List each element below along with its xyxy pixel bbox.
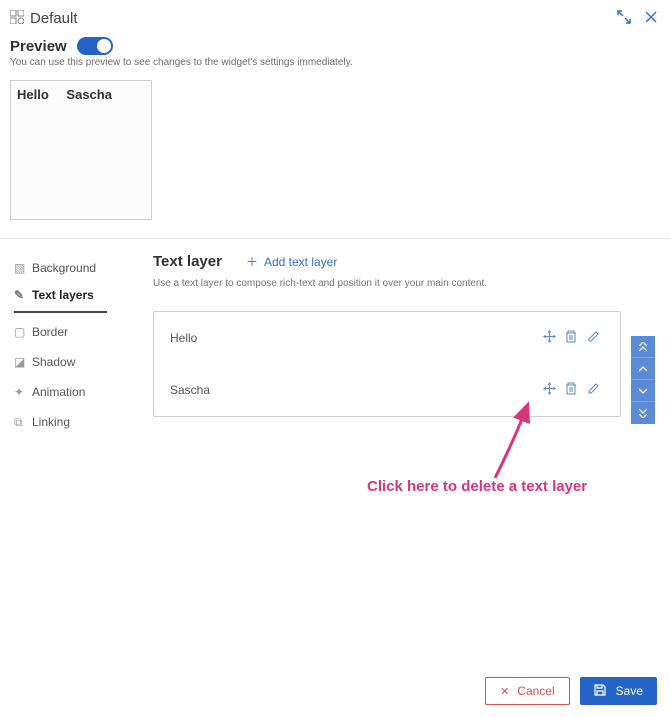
sidenav-item-label: Linking [32, 415, 70, 429]
move-down-button[interactable] [631, 380, 655, 402]
page-title: Default [30, 10, 78, 27]
preview-label: Preview [10, 38, 67, 55]
edit-layer-icon[interactable] [582, 330, 604, 346]
delete-layer-icon[interactable] [560, 330, 582, 346]
cancel-label: Cancel [517, 684, 554, 698]
border-icon: ▢ [14, 325, 32, 339]
sidenav-item-label: Animation [32, 385, 85, 399]
move-top-button[interactable] [631, 336, 655, 358]
close-icon: ✕ [500, 685, 509, 698]
plus-icon: ＋ [246, 253, 258, 270]
move-layer-icon[interactable] [538, 330, 560, 346]
move-up-button[interactable] [631, 358, 655, 380]
move-layer-icon[interactable] [538, 382, 560, 398]
sidenav-item-label: Text layers [32, 288, 94, 302]
section-description: Use a text layer to compose rich-text an… [153, 278, 671, 289]
shadow-icon: ◪ [14, 355, 32, 369]
sidenav-item-label: Shadow [32, 355, 75, 369]
preview-hint: You can use this preview to see changes … [0, 57, 671, 76]
sidenav-item-linking[interactable]: ⧉ Linking [14, 407, 125, 437]
text-layers-icon: ✎ [14, 288, 32, 302]
section-title: Text layer [153, 253, 222, 270]
sidenav-item-label: Background [32, 261, 96, 275]
add-text-layer-label: Add text layer [264, 255, 337, 269]
preview-canvas: Hello Sascha [10, 80, 152, 220]
cancel-button[interactable]: ✕ Cancel [485, 677, 570, 705]
text-layer-row: Hello [154, 312, 620, 364]
text-layer-row: Sascha [154, 364, 620, 416]
animation-icon: ✦ [14, 385, 32, 399]
annotation-text: Click here to delete a text layer [367, 478, 587, 495]
widget-icon [10, 10, 24, 27]
reorder-buttons [631, 336, 655, 424]
expand-icon[interactable] [617, 10, 631, 27]
sidenav-item-border[interactable]: ▢ Border [14, 317, 125, 347]
add-text-layer-link[interactable]: ＋ Add text layer [246, 253, 337, 270]
sidenav-item-shadow[interactable]: ◪ Shadow [14, 347, 125, 377]
preview-toggle[interactable] [77, 37, 113, 55]
sidenav-item-animation[interactable]: ✦ Animation [14, 377, 125, 407]
save-label: Save [616, 684, 643, 698]
move-bottom-button[interactable] [631, 402, 655, 424]
edit-layer-icon[interactable] [582, 382, 604, 398]
save-icon [594, 684, 606, 699]
sidenav-item-text-layers[interactable]: ✎ Text layers [14, 283, 107, 313]
layer-name: Sascha [170, 383, 538, 397]
save-button[interactable]: Save [580, 677, 657, 705]
sidenav-item-background[interactable]: ▧ Background [14, 253, 125, 283]
preview-text-1: Hello [17, 87, 49, 102]
text-layers-list: Hello Sascha [153, 311, 621, 417]
link-icon: ⧉ [14, 415, 32, 430]
settings-sidenav: ▧ Background ✎ Text layers ▢ Border ◪ Sh… [0, 239, 125, 437]
layer-name: Hello [170, 331, 538, 345]
sidenav-item-label: Border [32, 325, 68, 339]
image-icon: ▧ [14, 261, 32, 275]
delete-layer-icon[interactable] [560, 382, 582, 398]
close-icon[interactable] [645, 11, 657, 26]
preview-text-2: Sascha [66, 87, 112, 102]
